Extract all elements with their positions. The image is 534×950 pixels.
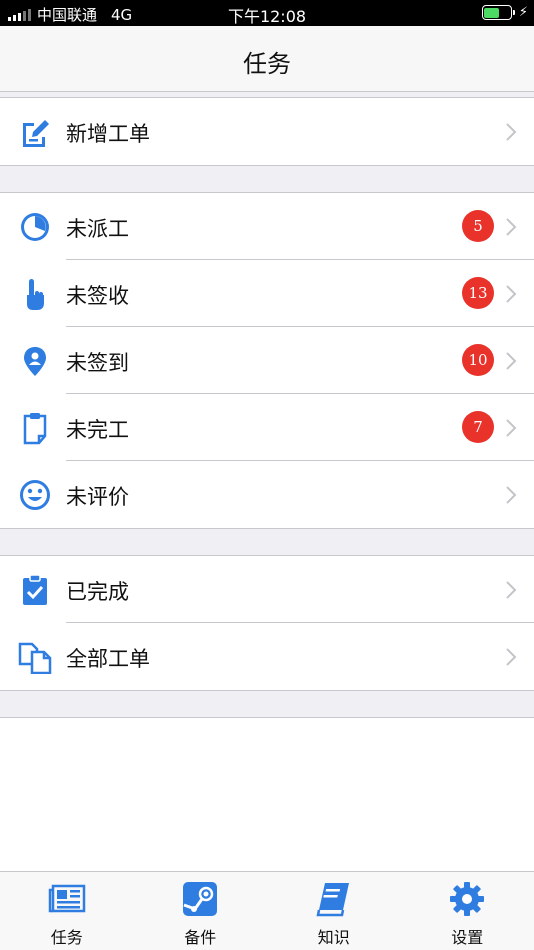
documents-icon: [18, 642, 52, 674]
row-unrated[interactable]: 未评价: [0, 461, 534, 528]
row-all-orders[interactable]: 全部工单: [0, 623, 534, 690]
chevron-right-icon: [506, 285, 517, 303]
row-label: 未派工: [66, 217, 129, 241]
status-right: ⚡: [481, 5, 528, 20]
row-label: 未完工: [66, 418, 129, 442]
row-unsigned[interactable]: 未签收 13: [0, 260, 534, 327]
row-undispatched[interactable]: 未派工 5: [0, 193, 534, 260]
chevron-right-icon: [506, 581, 517, 599]
chevron-right-icon: [506, 486, 517, 504]
tab-settings[interactable]: 设置: [401, 872, 534, 950]
clock-icon: [21, 213, 49, 241]
navigation-bar: 任务: [0, 26, 534, 92]
tab-task[interactable]: 任务: [0, 872, 134, 950]
section-gap: [0, 690, 534, 718]
chevron-right-icon: [506, 123, 517, 141]
tab-parts[interactable]: 备件: [134, 872, 268, 950]
chevron-right-icon: [506, 419, 517, 437]
row-completed[interactable]: 已完成: [0, 556, 534, 623]
battery-icon: [481, 5, 515, 20]
count-badge: 7: [462, 411, 494, 443]
count-badge: 13: [462, 277, 494, 309]
row-label: 未签到: [66, 351, 129, 375]
count-badge: 5: [462, 210, 494, 242]
row-label: 未签收: [66, 284, 129, 308]
parts-icon: [183, 882, 218, 916]
chevron-right-icon: [506, 648, 517, 666]
row-unfinished[interactable]: 未完工 7: [0, 394, 534, 461]
status-time: 下午12:08: [227, 7, 307, 26]
charging-icon: ⚡: [518, 5, 528, 20]
row-label: 未评价: [66, 485, 129, 509]
status-bar: 中国联通 4G 下午12:08 ⚡: [0, 0, 534, 26]
tab-label: 任务: [50, 928, 83, 947]
chevron-right-icon: [506, 218, 517, 236]
gear-icon: [450, 882, 485, 916]
tab-bar: 任务 备件 知识 设置: [0, 871, 534, 950]
newspaper-icon: [48, 884, 85, 913]
tab-label: 知识: [317, 928, 350, 947]
page-title: 任务: [243, 50, 291, 78]
checked-clipboard-icon: [23, 574, 47, 605]
book-icon: [316, 883, 349, 917]
row-uncheckin[interactable]: 未签到 10: [0, 327, 534, 394]
clipboard-icon: [23, 413, 47, 445]
location-pin-icon: [24, 347, 46, 376]
task-list: 新增工单 未派工 5 未签收 13 未签到 10 未完工 7 未评价 已完成 全…: [0, 92, 534, 871]
chevron-right-icon: [506, 352, 517, 370]
row-label: 新增工单: [66, 122, 150, 146]
section-gap: [0, 165, 534, 193]
row-label: 已完成: [66, 580, 129, 604]
smiley-icon: [20, 480, 50, 510]
row-new-order[interactable]: 新增工单: [0, 98, 534, 165]
tab-label: 备件: [184, 928, 217, 947]
tap-hand-icon: [27, 279, 44, 310]
row-label: 全部工单: [66, 647, 150, 671]
section-gap: [0, 528, 534, 556]
tab-knowledge[interactable]: 知识: [267, 872, 401, 950]
add-order-icon: [23, 120, 49, 147]
count-badge: 10: [462, 344, 494, 376]
tab-label: 设置: [451, 928, 484, 947]
